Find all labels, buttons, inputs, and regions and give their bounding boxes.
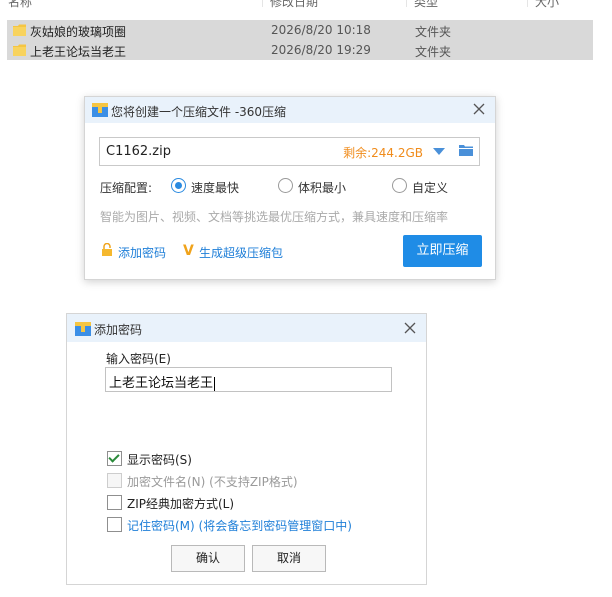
- add-password-link[interactable]: 添加密码: [118, 244, 166, 261]
- close-icon[interactable]: [469, 99, 489, 119]
- password-dialog-titlebar[interactable]: 添加密码: [67, 314, 426, 342]
- password-field[interactable]: 上老王论坛当老王: [105, 367, 392, 392]
- file-row[interactable]: 上老王论坛当老王 2026/8/20 19:29 文件夹: [7, 40, 593, 60]
- column-separator: [262, 0, 263, 7]
- zip-app-icon: [75, 322, 91, 336]
- show-password-label[interactable]: 显示密码(S): [127, 451, 192, 468]
- close-icon[interactable]: [400, 318, 420, 338]
- cancel-button[interactable]: 取消: [252, 545, 326, 572]
- encrypt-filename-label: 加密文件名(N) (不支持ZIP格式): [127, 475, 298, 489]
- zip-app-icon: [92, 103, 108, 117]
- password-dialog-title: 添加密码: [94, 323, 143, 337]
- super-archive-link[interactable]: 生成超级压缩包: [199, 244, 283, 261]
- confirm-button[interactable]: 确认: [171, 545, 245, 572]
- free-space-label: 剩余:244.2GB: [343, 146, 423, 160]
- radio-custom[interactable]: [392, 178, 407, 193]
- password-text: 上老王论坛当老王: [109, 376, 214, 391]
- text-caret: [214, 376, 216, 391]
- lock-icon: [102, 243, 112, 256]
- vip-icon: V: [183, 243, 194, 259]
- compress-hint: 智能为图片、视频、文档等挑选最优压缩方式，兼具速度和压缩率: [100, 210, 449, 224]
- folder-icon: [13, 24, 26, 36]
- archive-name-field[interactable]: C1162.zip 剩余:244.2GB: [99, 137, 480, 166]
- password-input-label: 输入密码(E): [106, 352, 171, 366]
- file-date: 2026/8/20 10:18: [271, 23, 371, 37]
- column-date[interactable]: 修改日期: [270, 0, 318, 10]
- browse-folder-icon[interactable]: [459, 144, 473, 156]
- compress-now-button[interactable]: 立即压缩: [403, 235, 482, 267]
- remember-password-checkbox[interactable]: [107, 517, 122, 532]
- file-name: 灰姑娘的玻璃项圈: [30, 25, 127, 39]
- explorer-scrollbar[interactable]: [594, 0, 612, 597]
- compress-dialog-titlebar[interactable]: 您将创建一个压缩文件 -360压缩: [85, 97, 495, 123]
- radio-fastest-label[interactable]: 速度最快: [191, 179, 239, 196]
- compress-dialog-title: 您将创建一个压缩文件 -360压缩: [111, 105, 287, 119]
- explorer-column-header: 名称 修改日期 类型 大小: [0, 0, 612, 10]
- radio-smallest-label[interactable]: 体积最小: [298, 179, 346, 196]
- compress-dialog: 您将创建一个压缩文件 -360压缩 C1162.zip 剩余:244.2GB 压…: [84, 96, 496, 280]
- column-size[interactable]: 大小: [535, 0, 559, 10]
- column-type[interactable]: 类型: [414, 0, 438, 10]
- zip-classic-encryption-checkbox[interactable]: [107, 495, 122, 510]
- archive-name-value[interactable]: C1162.zip: [106, 144, 171, 159]
- password-dialog: 添加密码 输入密码(E) 上老王论坛当老王 显示密码(S) 加密文件名(N) (…: [66, 313, 427, 585]
- compress-config-label: 压缩配置:: [100, 181, 153, 195]
- file-type: 文件夹: [415, 25, 452, 39]
- encrypt-filename-checkbox: [107, 473, 122, 488]
- column-separator: [406, 0, 407, 7]
- remember-password-label[interactable]: 记住密码(M) (将会备忘到密码管理窗口中): [127, 517, 352, 534]
- zip-classic-encryption-label[interactable]: ZIP经典加密方式(L): [127, 495, 234, 512]
- show-password-checkbox[interactable]: [107, 451, 122, 466]
- file-row[interactable]: 灰姑娘的玻璃项圈 2026/8/20 10:18 文件夹: [7, 20, 593, 40]
- radio-smallest[interactable]: [278, 178, 293, 193]
- folder-icon: [13, 44, 26, 56]
- chevron-down-icon[interactable]: [433, 148, 445, 155]
- column-name[interactable]: 名称: [8, 0, 32, 10]
- file-name: 上老王论坛当老王: [30, 45, 127, 59]
- password-value[interactable]: 上老王论坛当老王: [109, 372, 216, 391]
- file-type: 文件夹: [415, 45, 452, 59]
- file-date: 2026/8/20 19:29: [271, 43, 371, 57]
- column-separator: [527, 0, 528, 7]
- radio-fastest[interactable]: [171, 178, 186, 193]
- radio-custom-label[interactable]: 自定义: [412, 179, 448, 196]
